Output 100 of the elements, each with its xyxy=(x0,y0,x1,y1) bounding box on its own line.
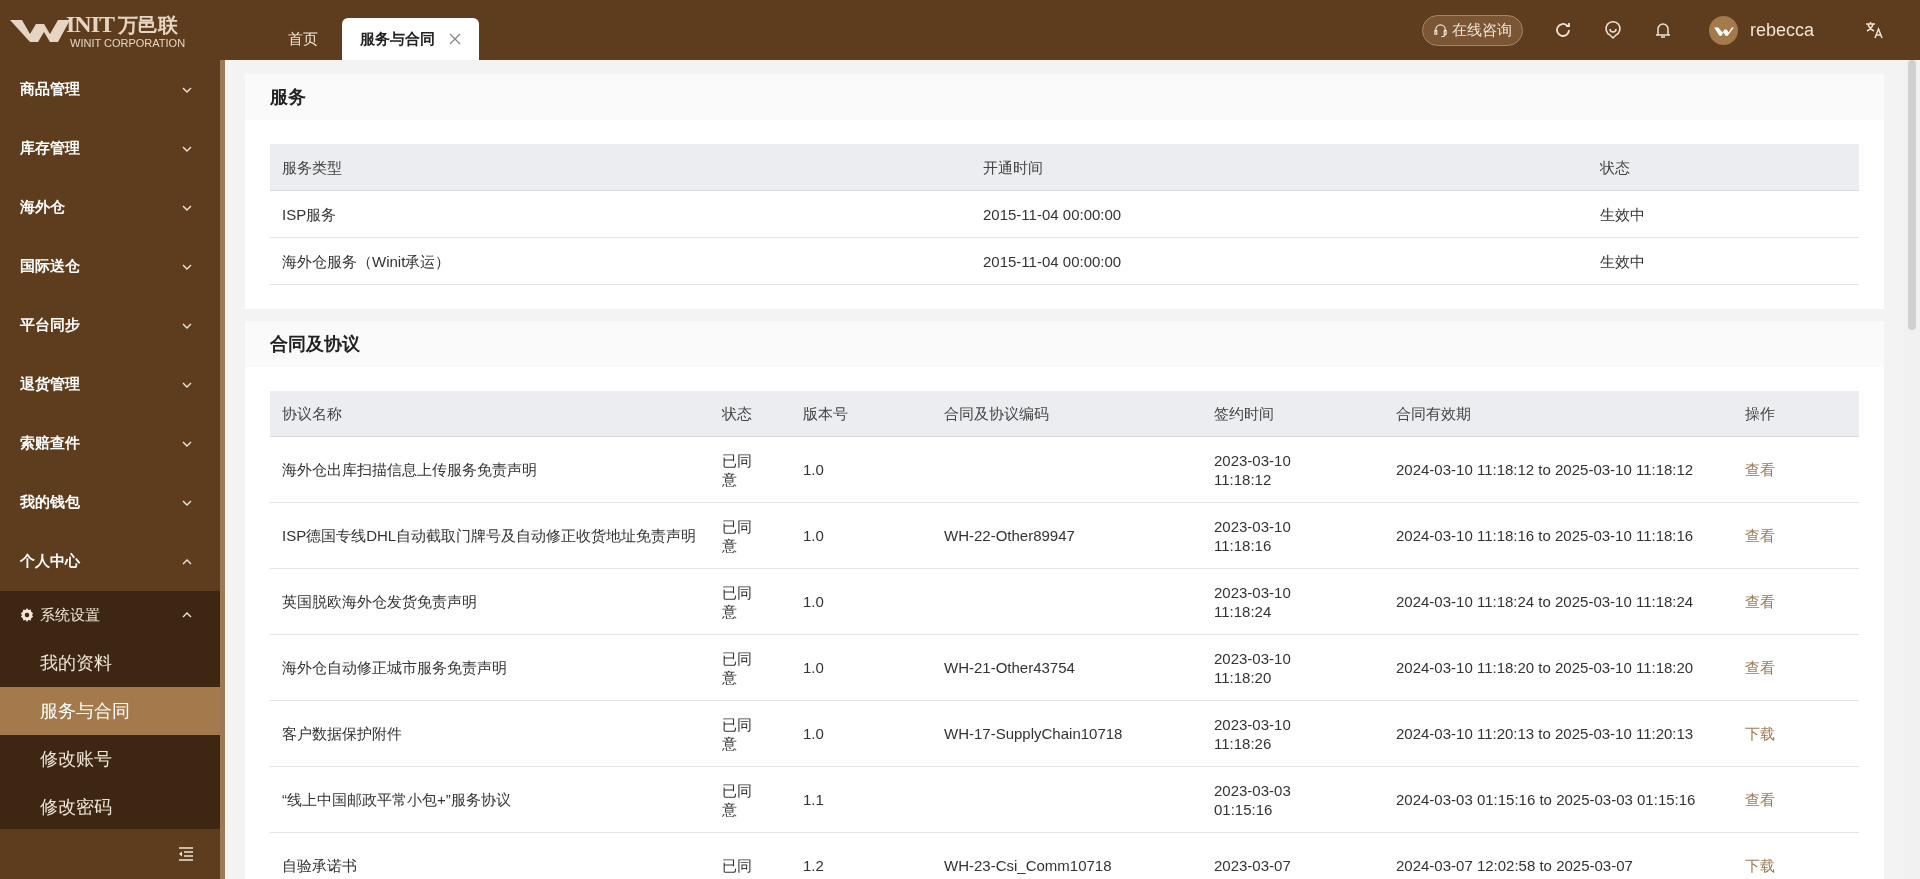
chevron-icon xyxy=(182,204,192,211)
table-cell: 英国脱欧海外仓发货免责声明 xyxy=(282,593,477,610)
table-cell: 1.0 xyxy=(803,461,824,478)
table-cell-text: 海外仓服务（Winit承运） xyxy=(281,251,452,271)
card-title: 服务 xyxy=(270,86,306,109)
table-cell-text: 生效中 xyxy=(1599,251,1646,271)
user-avatar-icon[interactable] xyxy=(1708,15,1738,45)
sidebar-menu-item[interactable]: 退货管理 xyxy=(0,355,220,414)
table-cell: 2024-03-03 01:15:16 to 2025-03-03 01:15:16 xyxy=(1396,791,1696,808)
row-action-link[interactable]: 查看 xyxy=(1745,791,1775,808)
table-cell: 2024-03-10 11:20:13 to 2025-03-10 11:20:13 xyxy=(1396,725,1694,742)
scrollbar-thumb[interactable] xyxy=(1908,60,1916,330)
column-header: 状态 xyxy=(721,404,753,423)
table-cell: 已同意 xyxy=(722,715,752,752)
table-cell: 已同 xyxy=(722,857,752,874)
table-cell-text: 生效中 xyxy=(1599,204,1646,224)
table-cell: 已同意 xyxy=(722,649,752,686)
table-cell-text: ISP服务 xyxy=(281,204,338,224)
column-header: 合同有效期 xyxy=(1395,404,1472,423)
location-smile-icon[interactable] xyxy=(1602,20,1623,40)
headset-icon xyxy=(1432,22,1448,38)
card-title: 合同及协议 xyxy=(270,333,360,356)
column-header: 状态 xyxy=(1599,157,1631,177)
table-cell: 1.0 xyxy=(803,527,824,544)
table-cell: WH-17-SupplyChain10718 xyxy=(944,725,1123,742)
chevron-icon xyxy=(182,322,192,329)
row-action-link[interactable]: 查看 xyxy=(1745,659,1775,676)
table-cell: 2023-03-10 11:18:16 xyxy=(1214,517,1291,554)
column-header: 操作 xyxy=(1744,404,1776,423)
chevron-icon xyxy=(182,558,192,565)
table-cell: 2024-03-07 12:02:58 to 2025-03-07 xyxy=(1396,857,1633,874)
chevron-icon xyxy=(182,86,192,93)
column-header: 签约时间 xyxy=(1213,404,1275,423)
table-cell: 自验承诺书 xyxy=(282,857,357,874)
table-cell: 2023-03-10 11:18:20 xyxy=(1214,649,1291,686)
close-icon[interactable] xyxy=(449,33,461,45)
sidebar-menu-item[interactable]: 索赔查件 xyxy=(0,414,220,473)
table-cell: 2023-03-10 11:18:24 xyxy=(1214,583,1291,620)
row-action-link[interactable]: 查看 xyxy=(1745,461,1775,478)
row-action-link[interactable]: 下载 xyxy=(1745,725,1775,742)
submenu-item[interactable]: 修改密码 xyxy=(0,783,220,829)
sidebar-menu-item[interactable]: 个人中心 xyxy=(0,532,220,591)
table-cell: 2024-03-10 11:18:12 to 2025-03-10 11:18:12 xyxy=(1396,461,1694,478)
column-header: 合同及协议编码 xyxy=(943,404,1050,423)
submenu-group[interactable]: 系统设置 xyxy=(0,591,220,639)
chevron-icon xyxy=(182,499,192,506)
table-cell: 2023-03-03 01:15:16 xyxy=(1214,781,1291,818)
table-cell: 2023-03-10 11:18:12 xyxy=(1214,451,1291,488)
table-cell: 1.1 xyxy=(803,791,824,808)
table-cell: 客户数据保护附件 xyxy=(282,725,402,742)
row-action-link[interactable]: 查看 xyxy=(1745,593,1775,610)
sidebar-menu-item[interactable]: 商品管理 xyxy=(0,60,220,119)
table-cell: 海外仓自动修正城市服务免责声明 xyxy=(282,659,507,676)
logo-subtitle: WINIT CORPORATION xyxy=(70,36,186,49)
chevron-icon xyxy=(182,381,192,388)
table-cell: ISP德国专线DHL自动截取门牌号及自动修正收货地址免责声明 xyxy=(282,527,697,544)
online-consult-button[interactable]: 在线咨询 xyxy=(1421,14,1523,46)
column-header: 服务类型 xyxy=(281,157,343,177)
translate-icon[interactable] xyxy=(1864,20,1884,40)
table-cell: 已同意 xyxy=(722,781,752,818)
table-cell: 2024-03-10 11:18:24 to 2025-03-10 11:18:24 xyxy=(1396,593,1694,610)
page-tab[interactable]: 首页 xyxy=(270,18,336,60)
table-cell-text: 2015-11-04 00:00:00 xyxy=(982,251,1123,271)
row-action-link[interactable]: 下载 xyxy=(1745,857,1775,874)
row-action-link[interactable]: 查看 xyxy=(1745,527,1775,544)
column-header: 开通时间 xyxy=(982,157,1044,177)
table-cell: 2023-03-07 xyxy=(1214,857,1291,874)
logo-name: 万邑联 xyxy=(118,12,179,37)
sidebar-menu-item[interactable]: 海外仓 xyxy=(0,178,220,237)
table-cell: 2024-03-10 11:18:16 to 2025-03-10 11:18:16 xyxy=(1396,527,1694,544)
table-cell: WH-21-Other43754 xyxy=(944,659,1075,676)
collapse-menu-icon[interactable] xyxy=(178,847,194,861)
chevron-icon xyxy=(182,440,192,447)
table-cell: 1.0 xyxy=(803,659,824,676)
page-tab[interactable]: 服务与合同 xyxy=(342,18,479,60)
submenu-item[interactable]: 我的资料 xyxy=(0,639,220,687)
table-cell: WH-22-Other89947 xyxy=(944,527,1075,544)
submenu-item[interactable]: 服务与合同 xyxy=(0,687,220,735)
submenu-item[interactable]: 修改账号 xyxy=(0,735,220,783)
chevron-icon xyxy=(182,612,192,618)
chevron-icon xyxy=(182,145,192,152)
sidebar-menu-item[interactable]: 我的钱包 xyxy=(0,473,220,532)
gear-icon xyxy=(20,608,34,622)
table-cell: 1.0 xyxy=(803,725,824,742)
table-cell: 已同意 xyxy=(722,517,752,554)
table-cell: 1.2 xyxy=(803,857,824,874)
table-cell: 海外仓出库扫描信息上传服务免责声明 xyxy=(282,461,537,478)
user-name[interactable]: rebecca xyxy=(1749,19,1814,41)
sidebar-menu-item[interactable]: 平台同步 xyxy=(0,296,220,355)
table-cell: 1.0 xyxy=(803,593,824,610)
table-cell: WH-23-Csi_Comm10718 xyxy=(944,857,1112,874)
column-header: 协议名称 xyxy=(281,404,343,423)
sidebar-menu-item[interactable]: 库存管理 xyxy=(0,119,220,178)
table-cell: 已同意 xyxy=(722,451,752,488)
logo-wordmark: INIT xyxy=(66,11,115,36)
table-cell: 2024-03-10 11:18:20 to 2025-03-10 11:18:20 xyxy=(1396,659,1694,676)
sidebar-menu-item[interactable]: 国际送仓 xyxy=(0,237,220,296)
chevron-icon xyxy=(182,263,192,270)
column-header: 版本号 xyxy=(802,404,849,423)
table-cell-text: 2015-11-04 00:00:00 xyxy=(982,204,1123,224)
